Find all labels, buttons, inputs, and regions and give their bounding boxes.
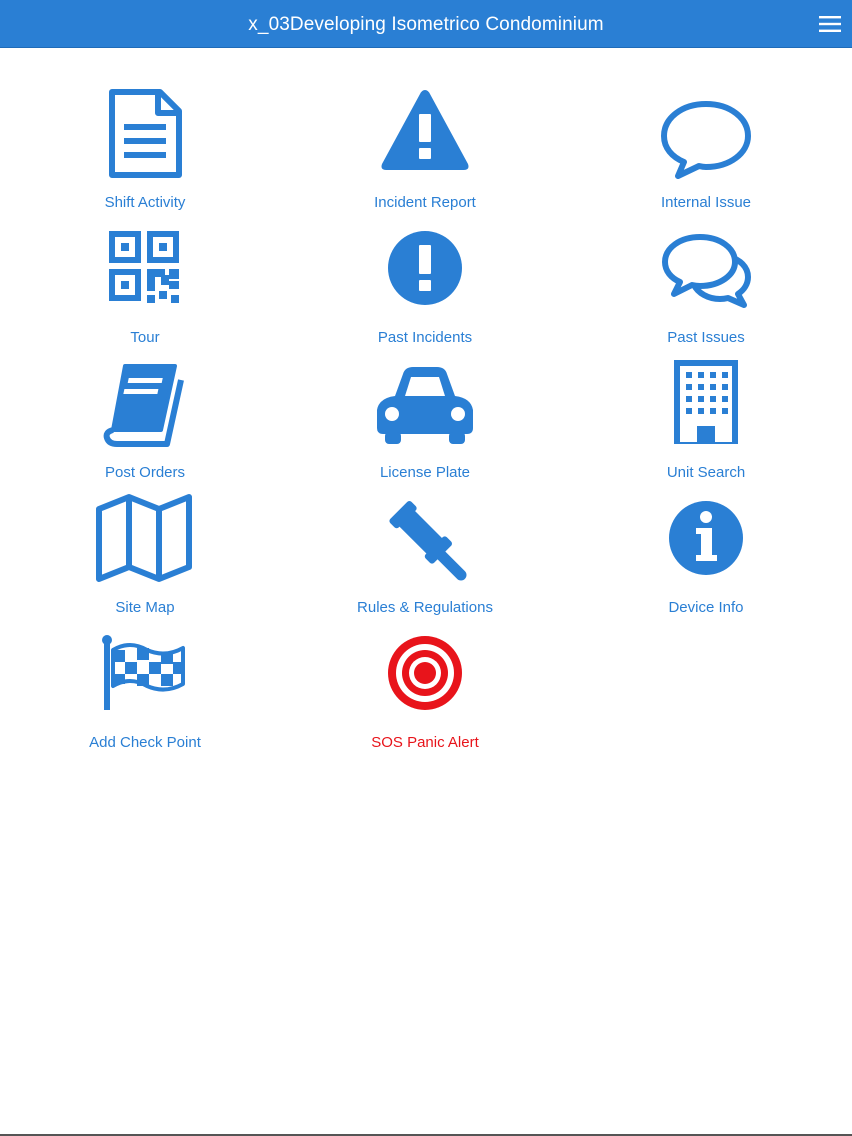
tile-label: Rules & Regulations: [357, 599, 493, 616]
speech-bubble-icon: [656, 88, 756, 188]
tile-site-map[interactable]: Site Map: [25, 493, 265, 623]
tile-incident-report[interactable]: Incident Report: [305, 88, 545, 218]
page-title: x_03Developing Isometrico Condominium: [248, 14, 604, 35]
tile-label: Tour: [130, 329, 160, 346]
gavel-icon: [375, 493, 475, 593]
tile-license-plate[interactable]: License Plate: [305, 358, 545, 488]
tile-sos-panic-alert[interactable]: SOS Panic Alert: [305, 628, 545, 758]
tile-unit-search[interactable]: Unit Search: [586, 358, 826, 488]
tile-label: Post Orders: [104, 464, 186, 481]
tile-shift-activity[interactable]: Shift Activity: [25, 88, 265, 218]
tile-label: Unit Search: [666, 464, 746, 481]
car-icon: [375, 358, 475, 458]
warning-triangle-icon: [375, 88, 475, 188]
tile-rules-regulations[interactable]: Rules & Regulations: [305, 493, 545, 623]
tile-add-check-point[interactable]: Add Check Point: [25, 628, 265, 758]
tile-past-incidents[interactable]: Past Incidents: [305, 223, 545, 353]
tile-label: Internal Issue: [660, 194, 752, 211]
document-icon: [95, 88, 195, 188]
tile-label: Site Map: [115, 599, 175, 616]
tile-device-info[interactable]: Device Info: [586, 493, 826, 623]
speech-bubbles-icon: [656, 223, 756, 323]
map-icon: [95, 493, 195, 593]
tile-tour[interactable]: Tour: [25, 223, 265, 353]
tile-label: Shift Activity: [104, 194, 186, 211]
tile-post-orders[interactable]: Post Orders: [25, 358, 265, 488]
tile-label: License Plate: [379, 464, 471, 481]
tile-label: Add Check Point: [89, 734, 201, 751]
info-circle-icon: [656, 493, 756, 593]
qr-code-icon: [95, 223, 195, 323]
target-icon: [375, 628, 475, 728]
tile-past-issues[interactable]: Past Issues: [586, 223, 826, 353]
tile-label: Past Issues: [667, 329, 745, 346]
checkered-flag-icon: [95, 628, 195, 728]
book-icon: [95, 358, 195, 458]
tile-internal-issue[interactable]: Internal Issue: [586, 88, 826, 218]
exclamation-circle-icon: [375, 223, 475, 323]
tile-label: Incident Report: [374, 194, 476, 211]
tile-label: Past Incidents: [377, 329, 473, 346]
hamburger-menu-icon[interactable]: [818, 12, 842, 36]
tile-label: SOS Panic Alert: [371, 734, 479, 751]
top-bar: x_03Developing Isometrico Condominium: [0, 0, 852, 48]
tile-label: Device Info: [668, 599, 744, 616]
building-icon: [656, 358, 756, 458]
